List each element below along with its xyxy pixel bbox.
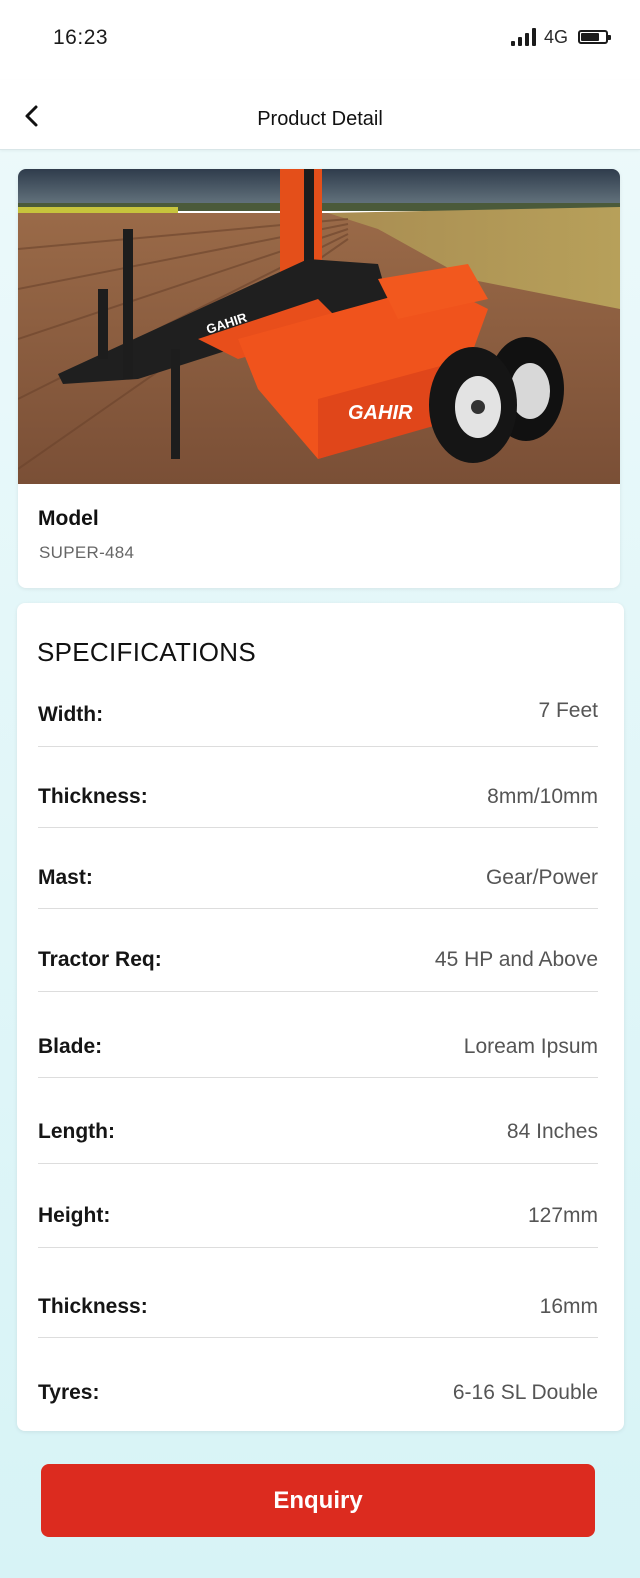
network-type: 4G xyxy=(543,26,568,47)
status-time: 16:23 xyxy=(53,26,109,49)
spec-label: Thickness: xyxy=(38,1295,148,1318)
spec-label: Width: xyxy=(38,703,104,726)
spec-value: 45 HP and Above xyxy=(434,948,598,971)
product-image: GAHIR GAHIR xyxy=(18,169,620,484)
spec-label: Thickness: xyxy=(38,785,148,808)
spec-row-tyres: Tyres: 6-16 SL Double xyxy=(38,1381,598,1421)
product-card: GAHIR GAHIR Model SUPER-484 xyxy=(18,169,620,588)
battery-icon xyxy=(578,30,611,44)
spec-value: 16mm xyxy=(539,1295,598,1318)
spec-row-height: Height: 127mm xyxy=(38,1204,598,1248)
spec-row-blade: Blade: Loream Ipsum xyxy=(38,1035,598,1078)
model-value: SUPER-484 xyxy=(39,543,135,562)
spec-label: Mast: xyxy=(38,866,93,889)
spec-label: Length: xyxy=(38,1120,115,1143)
spec-value: Loream Ipsum xyxy=(463,1035,598,1058)
model-label: Model xyxy=(38,507,99,530)
spec-value: 6-16 SL Double xyxy=(452,1381,598,1404)
spec-row-length: Length: 84 Inches xyxy=(38,1120,598,1164)
spec-row-thickness-2: Thickness: 16mm xyxy=(38,1295,598,1338)
spec-label: Tyres: xyxy=(38,1381,100,1404)
spec-label: Height: xyxy=(38,1204,111,1227)
status-indicators: 4G xyxy=(510,24,611,50)
brand-logo: GAHIR xyxy=(348,402,413,424)
spec-row-width: Width: 7 Feet xyxy=(38,699,598,747)
spec-value: 127mm xyxy=(527,1204,598,1227)
spec-label: Blade: xyxy=(38,1035,103,1058)
spec-row-thickness: Thickness: 8mm/10mm xyxy=(38,785,598,828)
spec-value: 7 Feet xyxy=(538,699,598,722)
specifications-title: SPECIFICATIONS xyxy=(37,637,256,667)
specifications-card: SPECIFICATIONS Width: 7 Feet Thickness: … xyxy=(17,603,624,1431)
spec-label: Tractor Req: xyxy=(38,948,162,971)
app-header: Product Detail xyxy=(0,80,640,150)
signal-icon xyxy=(510,28,536,46)
page-title: Product Detail xyxy=(257,108,383,130)
status-bar: 16:23 4G xyxy=(0,0,640,80)
spec-row-mast: Mast: Gear/Power xyxy=(38,866,598,909)
spec-value: 84 Inches xyxy=(506,1120,598,1143)
spec-row-tractor-req: Tractor Req: 45 HP and Above xyxy=(38,948,598,992)
spec-value: 8mm/10mm xyxy=(487,785,598,808)
spec-value: Gear/Power xyxy=(485,866,598,889)
enquiry-button[interactable]: Enquiry xyxy=(41,1464,595,1537)
